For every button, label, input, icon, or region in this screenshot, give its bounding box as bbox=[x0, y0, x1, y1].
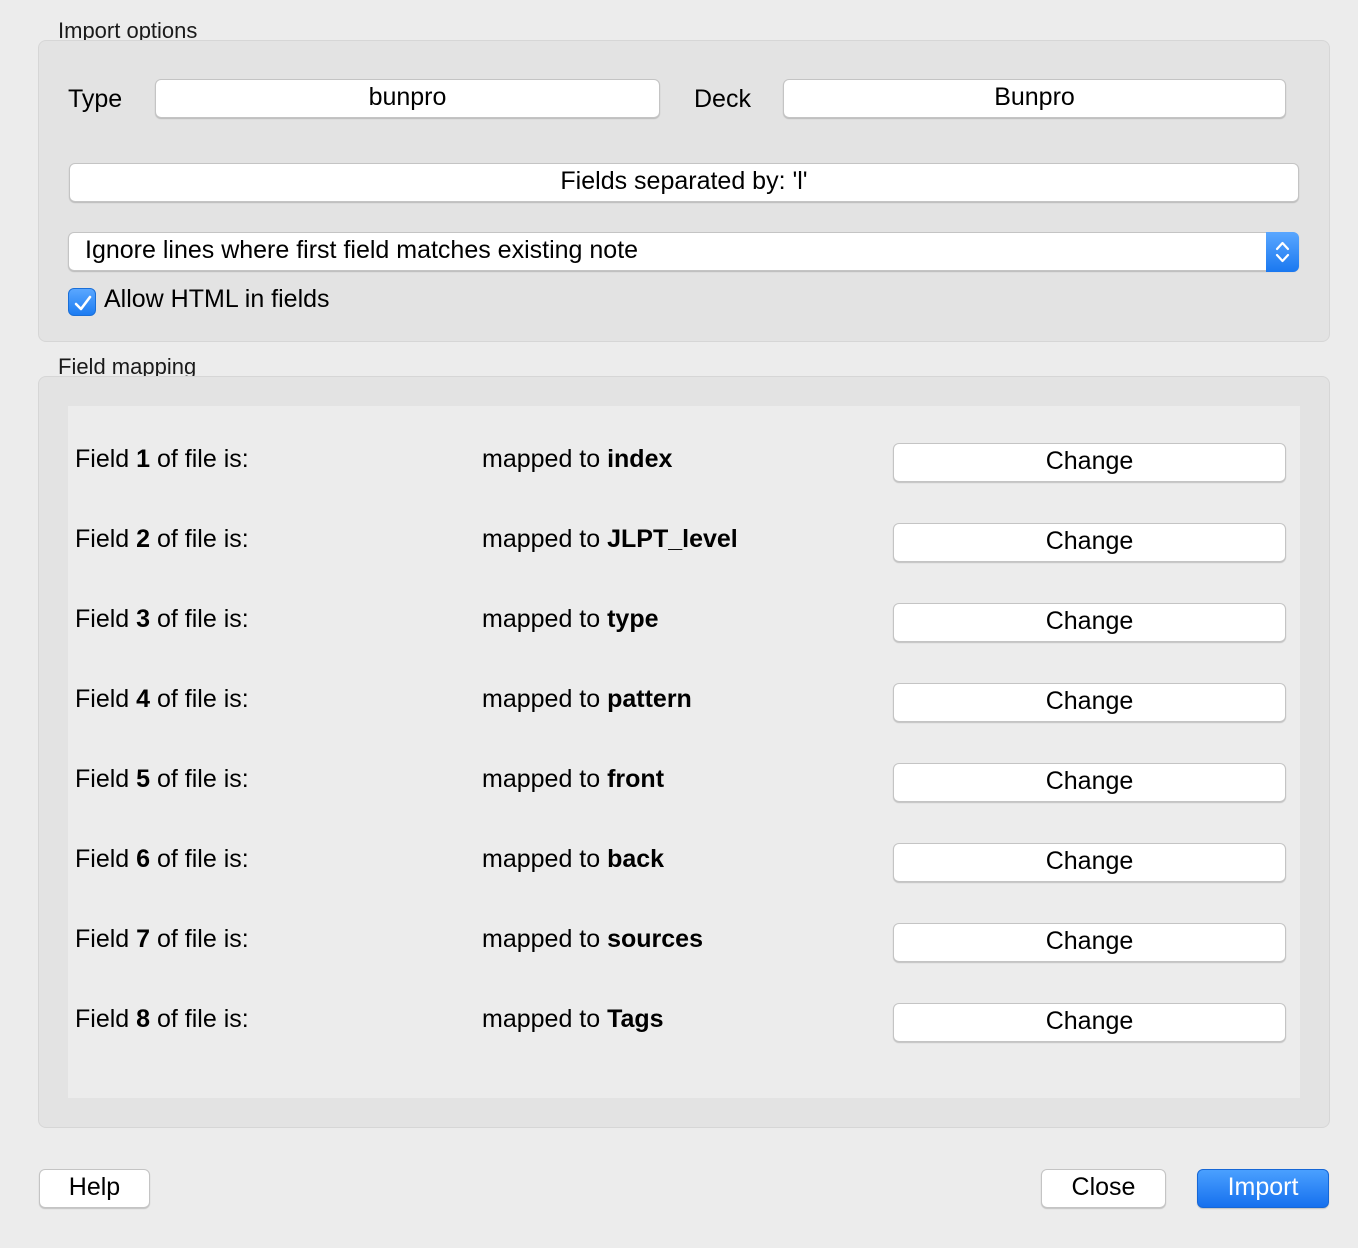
mapping-label: mapped to front bbox=[482, 765, 665, 793]
deck-button[interactable]: Bunpro bbox=[783, 79, 1286, 118]
deck-label: Deck bbox=[694, 85, 751, 113]
change-button[interactable]: Change bbox=[893, 843, 1286, 882]
help-button[interactable]: Help bbox=[39, 1169, 150, 1208]
field-label: Field 7 of file is: bbox=[75, 925, 249, 953]
field-label: Field 3 of file is: bbox=[75, 605, 249, 633]
mapping-label: mapped to pattern bbox=[482, 685, 692, 713]
mapping-label: mapped to sources bbox=[482, 925, 703, 953]
mapping-label: mapped to JLPT_level bbox=[482, 525, 738, 553]
change-button[interactable]: Change bbox=[893, 603, 1286, 642]
type-label: Type bbox=[68, 85, 123, 113]
duplicate-mode-value: Ignore lines where first field matches e… bbox=[85, 236, 639, 264]
change-button[interactable]: Change bbox=[893, 443, 1286, 482]
type-button[interactable]: bunpro bbox=[155, 79, 660, 118]
change-button[interactable]: Change bbox=[893, 1003, 1286, 1042]
allow-html-checkbox[interactable] bbox=[68, 288, 96, 316]
mapping-label: mapped to type bbox=[482, 605, 659, 633]
field-separator-button[interactable]: Fields separated by: 'l' bbox=[69, 163, 1299, 202]
field-label: Field 5 of file is: bbox=[75, 765, 249, 793]
change-button[interactable]: Change bbox=[893, 683, 1286, 722]
mapping-label: mapped to back bbox=[482, 845, 665, 873]
select-stepper-icon bbox=[1266, 232, 1299, 272]
change-button[interactable]: Change bbox=[893, 523, 1286, 562]
checkmark-icon bbox=[74, 295, 92, 311]
field-mapping-scroll-area bbox=[68, 406, 1300, 1098]
field-label: Field 4 of file is: bbox=[75, 685, 249, 713]
change-button[interactable]: Change bbox=[893, 923, 1286, 962]
allow-html-label: Allow HTML in fields bbox=[104, 285, 330, 313]
mapping-label: mapped to index bbox=[482, 445, 673, 473]
field-label: Field 2 of file is: bbox=[75, 525, 249, 553]
field-label: Field 8 of file is: bbox=[75, 1005, 249, 1033]
import-button[interactable]: Import bbox=[1197, 1169, 1329, 1208]
import-dialog: Import options Type bunpro Deck Bunpro F… bbox=[0, 0, 1358, 1248]
mapping-label: mapped to Tags bbox=[482, 1005, 664, 1033]
change-button[interactable]: Change bbox=[893, 763, 1286, 802]
field-label: Field 1 of file is: bbox=[75, 445, 249, 473]
field-label: Field 6 of file is: bbox=[75, 845, 249, 873]
duplicate-mode-select[interactable]: Ignore lines where first field matches e… bbox=[68, 232, 1299, 272]
close-button[interactable]: Close bbox=[1041, 1169, 1166, 1208]
